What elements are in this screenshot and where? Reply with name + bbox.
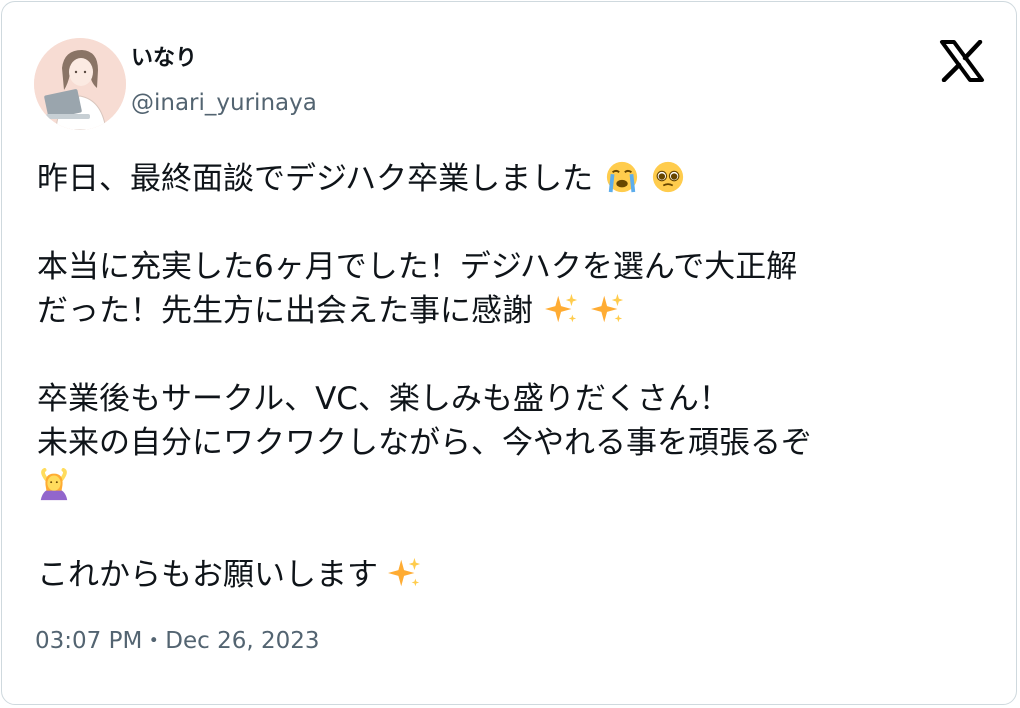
user-handle[interactable]: @inari_yurinaya bbox=[131, 88, 317, 118]
sparkles-icon bbox=[544, 293, 577, 323]
tweet-line: 卒業後もサークル、VC、楽しみも盛りだくさん！ bbox=[37, 377, 987, 421]
person-gesturing-ok-icon bbox=[40, 468, 68, 501]
sparkles-icon bbox=[590, 293, 623, 323]
avatar-illustration bbox=[34, 38, 126, 130]
tweet-line: 本当に充実した6ヶ月でした！デジハクを選んで大正解 bbox=[37, 245, 987, 289]
tweet-text: 昨日、最終面談でデジハク卒業しました 本当に充実した6ヶ月でした！デジハクを選ん… bbox=[37, 157, 987, 597]
tweet-line-text: 卒業後もサークル、VC、楽しみも盛りだくさん！ bbox=[37, 381, 730, 417]
tweet-line: 昨日、最終面談でデジハク卒業しました bbox=[37, 157, 987, 201]
avatar[interactable] bbox=[34, 38, 126, 130]
tweet-line bbox=[37, 465, 987, 509]
tweet-line-text: 昨日、最終面談でデジハク卒業しました bbox=[37, 161, 594, 197]
tweet-line: だった！先生方に出会えた事に感謝 bbox=[37, 289, 987, 333]
display-name[interactable]: いなり bbox=[131, 45, 197, 73]
tweet-line-text: だった！先生方に出会えた事に感謝 bbox=[37, 293, 533, 329]
sparkles-icon bbox=[387, 557, 420, 587]
pleading-face-icon bbox=[652, 161, 683, 193]
tweet-line: これからもお願いします bbox=[37, 553, 987, 597]
loudly-crying-face-icon bbox=[606, 161, 638, 193]
tweet-line: 未来の自分にワクワクしながら、今やれる事を頑張るぞ bbox=[37, 421, 987, 465]
tweet-card: いなり @inari_yurinaya 昨日、最終面談でデジハク卒業しました 本… bbox=[1, 1, 1017, 705]
tweet-line-text: これからもお願いします bbox=[37, 557, 378, 593]
x-logo-icon[interactable] bbox=[939, 39, 985, 83]
tweet-timestamp[interactable]: 03:07 PM・Dec 26, 2023 bbox=[35, 625, 320, 657]
tweet-line-text: 未来の自分にワクワクしながら、今やれる事を頑張るぞ bbox=[37, 425, 812, 461]
tweet-line-text: 本当に充実した6ヶ月でした！デジハクを選んで大正解 bbox=[37, 249, 798, 285]
